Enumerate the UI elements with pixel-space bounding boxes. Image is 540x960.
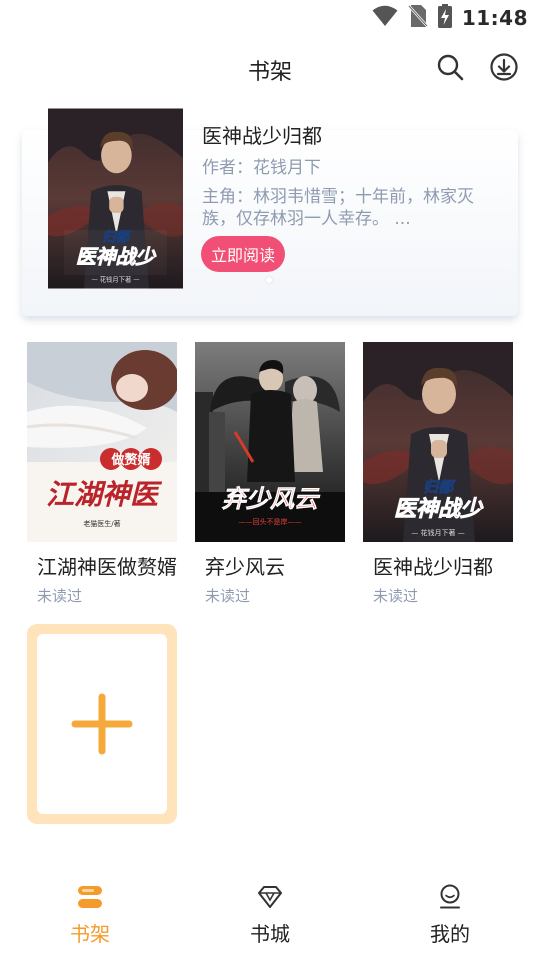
book-cover-title-small: 归都 [423, 478, 456, 496]
featured-book-info: 医神战少归都 作者：花钱月下 主角：林羽韦惜雪；十年前，林家灭族，仅存林羽一人幸… [202, 122, 502, 230]
status-bar: 11:48 [0, 0, 540, 36]
bottom-navigation: 书架 书城 我的 [0, 876, 540, 960]
diamond-icon [258, 886, 282, 908]
book-item[interactable]: 做赘婿 江湖神医 老猫医生/著 江湖神医做赘婿 未读过 [27, 342, 177, 606]
status-time: 11:48 [461, 6, 528, 30]
book-cover-byline: 老猫医生/著 [83, 519, 120, 528]
book-cover-byline: ——回头不是岸—— [239, 517, 302, 526]
carousel-indicator [266, 277, 272, 283]
featured-cover-byline: — 花钱月下著 — [91, 274, 139, 283]
add-book-button[interactable] [27, 624, 177, 824]
bookshelf-icon [78, 886, 102, 908]
plus-icon [71, 693, 133, 755]
featured-book-title: 医神战少归都 [202, 124, 322, 148]
search-icon [437, 54, 464, 81]
search-button[interactable] [433, 50, 467, 84]
profile-icon [440, 884, 460, 909]
book-cover[interactable]: 归都 医神战少 — 花钱月下著 — [363, 342, 513, 542]
nav-label-bookstore: 书城 [250, 922, 290, 946]
nav-item-profile[interactable]: 我的 [390, 884, 510, 947]
book-item[interactable]: 归都 医神战少 — 花钱月下著 — 医神战少归都 未读过 [363, 342, 513, 606]
nav-item-bookshelf[interactable]: 书架 [30, 884, 150, 947]
book-title: 医神战少归都 [373, 555, 493, 579]
featured-book-card[interactable]: 归都 医神战少 — 花钱月下著 — 医神战少归都 作者：花钱月下 主角：林羽韦惜… [22, 108, 518, 316]
header: 书架 [0, 40, 540, 98]
download-button[interactable] [487, 50, 521, 84]
book-read-status: 未读过 [37, 587, 83, 605]
wifi-icon [372, 5, 398, 31]
featured-cover-title-big: 医神战少 [76, 245, 157, 268]
book-cover[interactable]: 做赘婿 江湖神医 老猫医生/著 [27, 342, 177, 542]
download-icon [490, 53, 518, 81]
book-cover[interactable]: 弃少风云 ——回头不是岸—— [195, 342, 345, 542]
featured-book-author: 作者：花钱月下 [202, 158, 321, 178]
featured-cover-title-small: 归都 [102, 230, 131, 246]
book-cover-title-small: 做赘婿 [110, 452, 151, 468]
read-now-button[interactable]: 立即阅读 [201, 236, 285, 272]
nav-item-bookstore[interactable]: 书城 [210, 884, 330, 947]
book-read-status: 未读过 [205, 587, 251, 605]
book-cover-title-big: 江湖神医 [46, 478, 163, 511]
book-cover-title-big: 弃少风云 [222, 485, 321, 513]
book-title: 弃少风云 [205, 555, 285, 579]
featured-book-cover[interactable]: 归都 医神战少 — 花钱月下著 — [48, 108, 183, 289]
book-read-status: 未读过 [373, 587, 419, 605]
no-sim-icon [407, 4, 428, 32]
book-cover-byline: — 花钱月下著 — [411, 528, 464, 537]
add-book-slot [37, 634, 167, 814]
book-item[interactable]: 弃少风云 ——回头不是岸—— 弃少风云 未读过 [195, 342, 345, 606]
nav-label-profile: 我的 [430, 922, 470, 946]
battery-charging-icon [437, 4, 452, 32]
book-cover-title-big: 医神战少 [394, 497, 484, 522]
book-title: 江湖神医做赘婿 [37, 555, 177, 579]
featured-book-description: 主角：林羽韦惜雪；十年前，林家灭族，仅存林羽一人幸存。 ... [202, 187, 474, 229]
nav-label-bookshelf: 书架 [70, 922, 110, 946]
